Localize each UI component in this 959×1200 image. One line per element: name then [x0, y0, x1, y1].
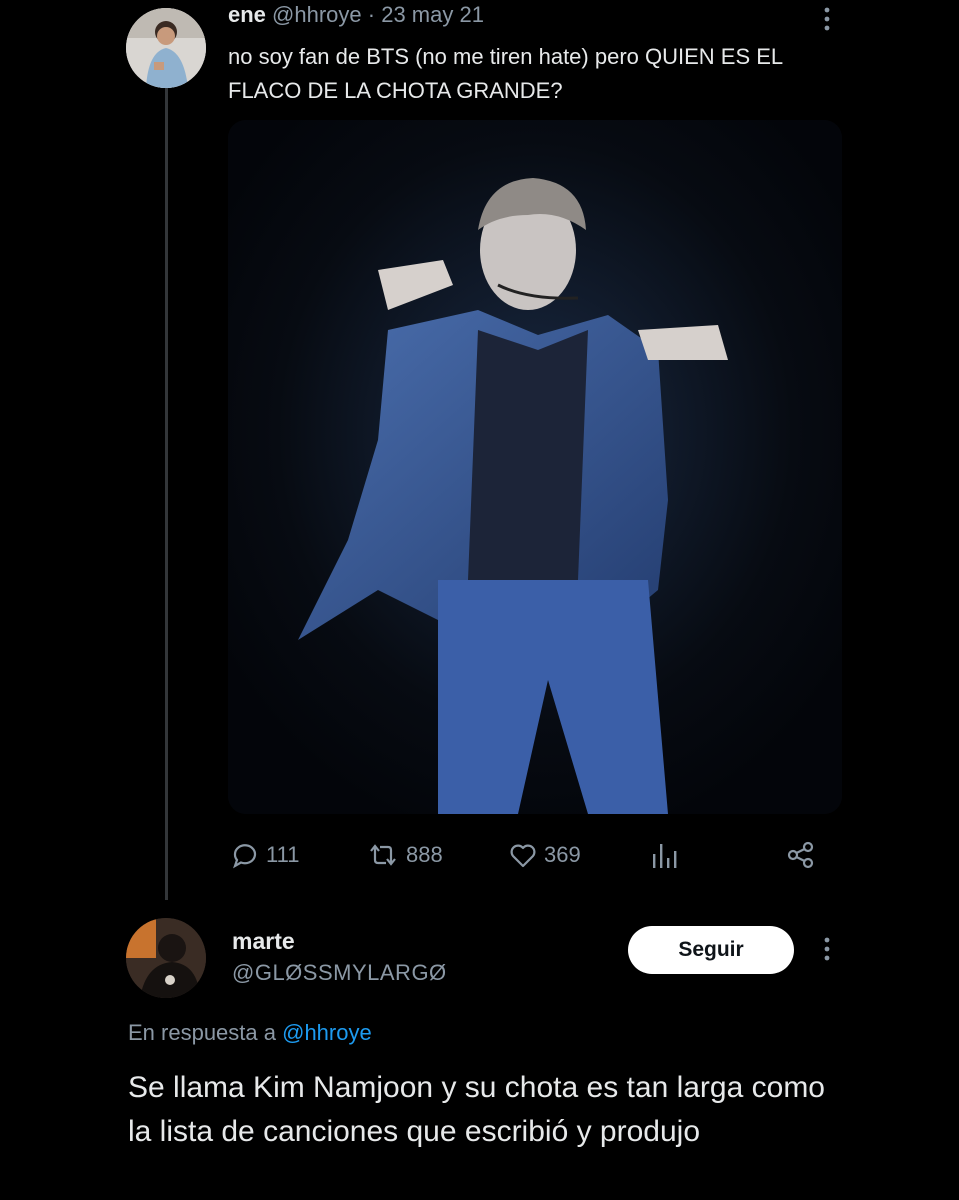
tweet-date[interactable]: · 23 may 21: [368, 2, 484, 27]
author-name[interactable]: ene: [228, 2, 266, 27]
retweet-button[interactable]: 888: [366, 838, 443, 872]
more-options-button[interactable]: [822, 6, 832, 32]
retweet-icon: [370, 844, 396, 866]
share-icon: [787, 841, 814, 869]
tweet-text: no soy fan de BTS (no me tiren hate) per…: [228, 44, 783, 103]
retweet-count: 888: [406, 842, 443, 867]
more-vertical-icon: [824, 937, 830, 961]
reply-to-handle-link[interactable]: @hhroye: [282, 1020, 372, 1045]
like-button[interactable]: 369: [508, 838, 581, 872]
avatar[interactable]: [126, 8, 206, 88]
speech-bubble-icon: [233, 844, 257, 869]
views-button[interactable]: [650, 838, 684, 872]
author-name[interactable]: marte: [232, 928, 295, 955]
bar-chart-icon: [653, 844, 677, 868]
tweet-photo[interactable]: [228, 120, 842, 814]
thread-connector-line: [165, 88, 168, 900]
like-count: 369: [544, 842, 581, 867]
follow-button[interactable]: Seguir: [628, 926, 794, 974]
avatar[interactable]: [126, 918, 206, 998]
reply-text: Se llama Kim Namjoon y su chota es tan l…: [128, 1071, 825, 1148]
more-options-button[interactable]: [822, 936, 832, 962]
author-handle[interactable]: @GLØSSMYLARGØ: [232, 960, 447, 986]
share-button[interactable]: [786, 838, 822, 872]
reply-to-label: En respuesta a: [128, 1020, 276, 1045]
reply-button[interactable]: 111: [230, 838, 299, 872]
author-handle[interactable]: @hhroye: [272, 2, 362, 27]
reply-count: 111: [266, 842, 300, 867]
heart-icon: [510, 844, 536, 868]
tweet-header: ene @hhroye · 23 may 21: [228, 2, 484, 28]
more-vertical-icon: [824, 7, 830, 31]
reply-context: En respuesta a @hhroye: [128, 1020, 372, 1046]
